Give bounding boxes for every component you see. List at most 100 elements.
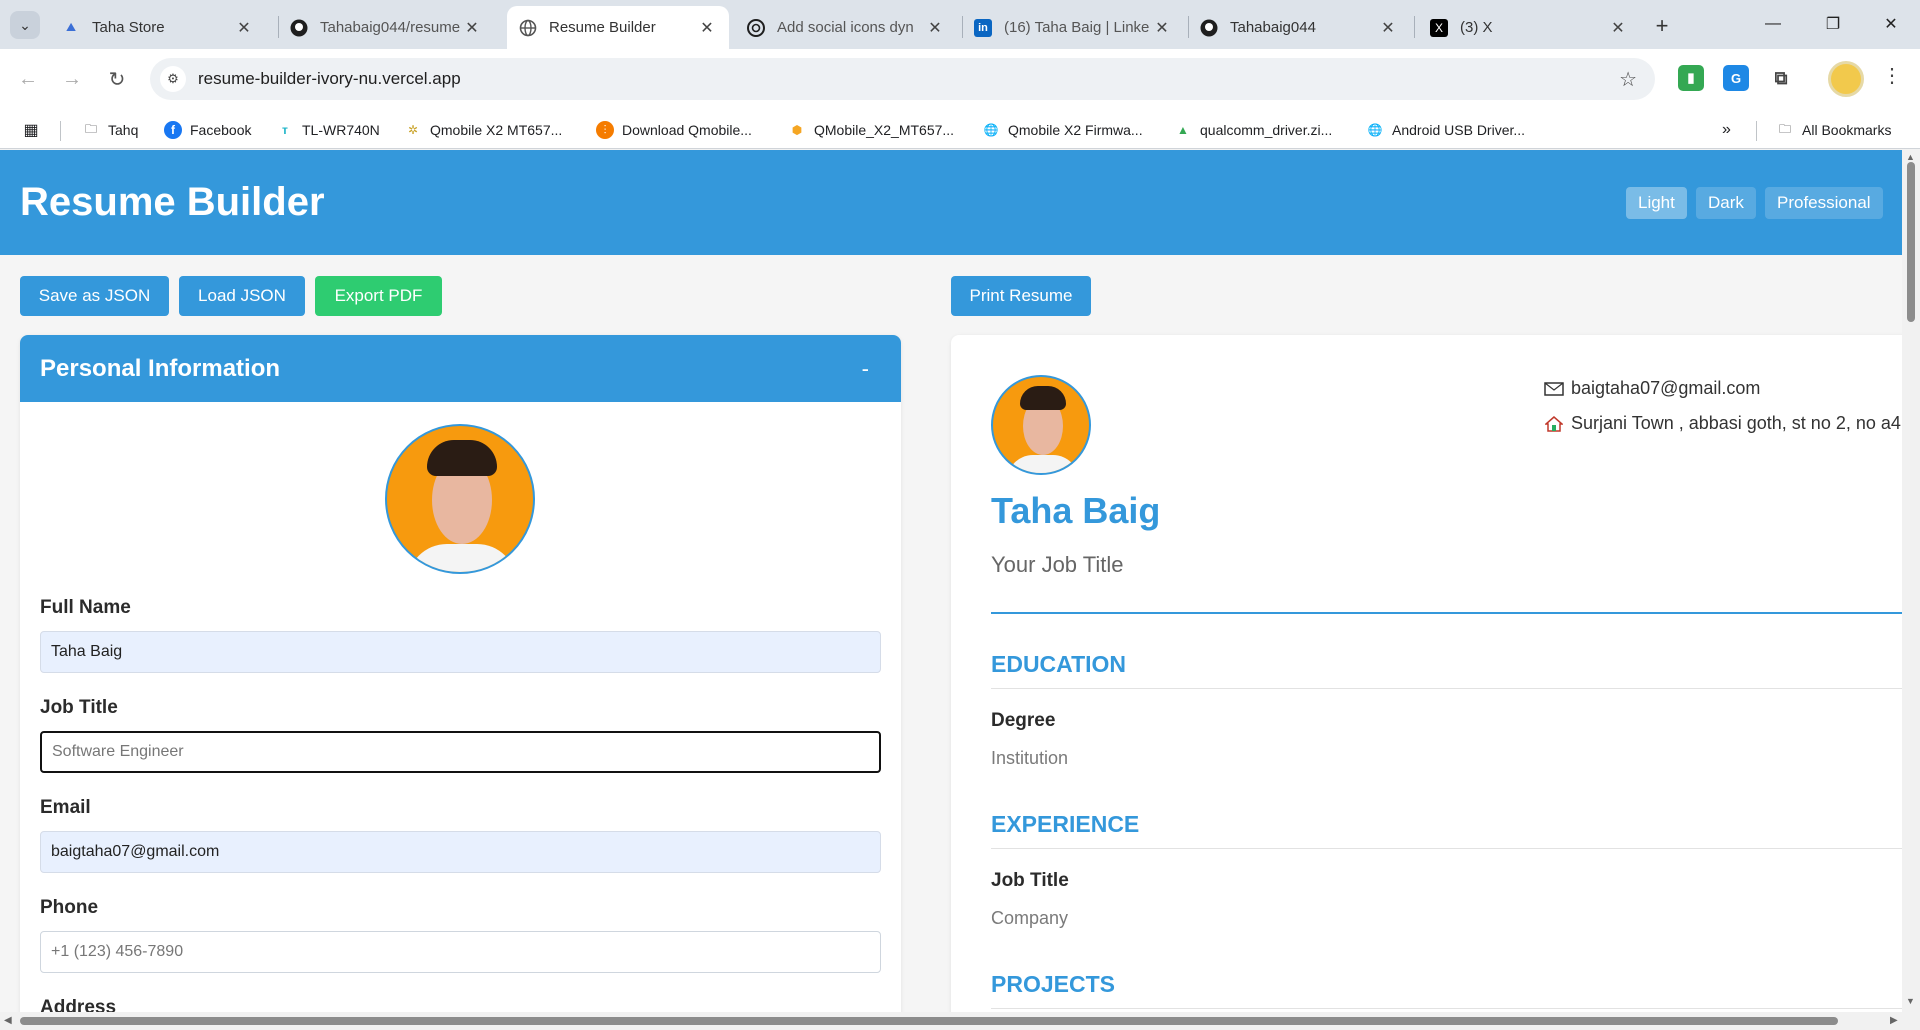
profile-avatar[interactable] [1828, 61, 1864, 97]
projects-heading: PROJECTS [991, 971, 1115, 997]
resume-preview: baigtaha07@gmail.com Surjani Town , abba… [951, 335, 1902, 1012]
leaf-icon: ✲ [407, 123, 419, 137]
section-divider [991, 848, 1902, 849]
education-heading: EDUCATION [991, 651, 1127, 677]
experience-company: Company [991, 908, 1069, 928]
bookmark-star-icon[interactable]: ☆ [1619, 67, 1637, 92]
close-icon[interactable]: ✕ [1152, 18, 1172, 38]
job-title-label: Job Title [40, 697, 118, 718]
browser-menu-icon[interactable]: ⋮ [1882, 63, 1902, 88]
print-resume-button[interactable]: Print Resume [951, 276, 1091, 316]
preview-email: baigtaha07@gmail.com [1543, 378, 1760, 399]
shield-icon: ⬢ [791, 123, 803, 137]
close-icon[interactable]: ✕ [462, 18, 482, 38]
tab-taha-store[interactable]: ⛰ Taha Store ✕ [50, 6, 266, 49]
address-bar[interactable]: ⚙ resume-builder-ivory-nu.vercel.app ☆ [150, 58, 1655, 100]
tab-x[interactable]: X (3) X ✕ [1418, 6, 1640, 49]
theme-professional-button[interactable]: Professional [1765, 187, 1883, 219]
extension-sheets-icon[interactable]: ▮ [1678, 65, 1704, 91]
back-arrow-icon[interactable]: ← [12, 63, 44, 95]
extensions-puzzle-icon[interactable]: ⧉ [1768, 65, 1794, 91]
experience-title: Job Title [991, 870, 1069, 891]
forward-arrow-icon[interactable]: → [56, 63, 88, 95]
panel-header[interactable]: Personal Information - [20, 335, 901, 402]
close-icon[interactable]: ✕ [697, 18, 717, 38]
reload-icon[interactable]: ↻ [101, 63, 133, 95]
apps-grid-icon[interactable]: ▦ [22, 119, 48, 141]
github-icon [1200, 19, 1218, 37]
bookmark-item[interactable]: ▲ qualcomm_driver.zi... [1174, 119, 1332, 141]
tab-github-resume[interactable]: Tahabaig044/resume ✕ [278, 6, 494, 49]
tab-linkedin[interactable]: in (16) Taha Baig | Linke ✕ [962, 6, 1184, 49]
folder-icon: 🗀 [1778, 121, 1791, 136]
more-bookmarks-button[interactable]: » [1722, 119, 1731, 141]
education-degree: Degree [991, 710, 1056, 731]
restore-icon[interactable]: ❐ [1818, 10, 1848, 38]
bookmark-item[interactable]: ᴛ TL-WR740N [276, 119, 380, 141]
extension-translate-icon[interactable]: G [1723, 65, 1749, 91]
bookmark-item[interactable]: 🌐 Qmobile X2 Firmwa... [982, 119, 1143, 141]
store-icon: ⛰ [65, 20, 77, 34]
theme-light-button[interactable]: Light [1626, 187, 1687, 219]
section-divider [991, 1008, 1902, 1009]
address-label: Address [40, 997, 117, 1012]
horizontal-scroll-thumb[interactable] [20, 1017, 1838, 1025]
bookmark-item[interactable]: f Facebook [164, 119, 251, 141]
browser-toolbar: ← → ↻ ⚙ resume-builder-ivory-nu.vercel.a… [0, 49, 1920, 111]
github-icon [290, 19, 308, 37]
save-json-button[interactable]: Save as JSON [20, 276, 169, 316]
preview-name: Taha Baig [991, 490, 1161, 531]
job-title-input[interactable]: Software Engineer [40, 731, 881, 773]
full-name-input[interactable]: Taha Baig [40, 631, 881, 673]
profile-photo[interactable] [385, 424, 535, 574]
tab-chatgpt[interactable]: Add social icons dyn ✕ [735, 6, 957, 49]
new-tab-button[interactable]: + [1648, 12, 1676, 40]
experience-heading: EXPERIENCE [991, 811, 1140, 837]
header-divider [991, 612, 1902, 614]
bookmarks-bar: ▦ 🗀 Tahq f Facebook ᴛ TL-WR740N ✲ Qmobile X2… [0, 111, 1920, 149]
close-icon[interactable]: ✕ [1378, 18, 1398, 38]
preview-job-title: Your Job Title [991, 552, 1124, 577]
page-content: Resume Builder Light Dark Professional S… [0, 150, 1902, 1012]
phone-input[interactable]: +1 (123) 456-7890 [40, 931, 881, 973]
globe-icon: 🌐 [983, 123, 999, 137]
email-label: Email [40, 797, 91, 818]
tplink-icon: ᴛ [282, 123, 288, 137]
tab-search-button[interactable]: ⌄ [10, 11, 40, 39]
close-icon[interactable]: ✕ [925, 18, 945, 38]
collapse-toggle[interactable]: - [862, 356, 869, 382]
close-icon[interactable]: ✕ [234, 18, 254, 38]
bookmark-item[interactable]: ⫶ Download Qmobile... [596, 119, 752, 141]
horizontal-scrollbar[interactable]: ◀ ▶ [0, 1012, 1920, 1030]
vertical-scroll-thumb[interactable] [1907, 162, 1915, 322]
site-info-icon[interactable]: ⚙ [160, 66, 186, 92]
tab-github-profile[interactable]: Tahabaig044 ✕ [1188, 6, 1410, 49]
folder-icon: 🗀 [84, 121, 97, 136]
globe-icon: 🌐 [1367, 123, 1383, 137]
personal-info-panel: Personal Information - Full Name Taha Ba… [20, 335, 901, 1012]
education-institution: Institution [991, 748, 1069, 768]
theme-dark-button[interactable]: Dark [1696, 187, 1756, 219]
bookmark-item[interactable]: 🗀 Tahq [82, 119, 138, 141]
export-pdf-button[interactable]: Export PDF [315, 276, 442, 316]
download-icon: ⫶ [596, 121, 614, 139]
section-divider [991, 688, 1902, 689]
load-json-button[interactable]: Load JSON [179, 276, 305, 316]
minimize-icon[interactable]: — [1758, 10, 1788, 38]
vertical-scrollbar[interactable]: ▲ ▼ [1902, 150, 1920, 1012]
close-icon[interactable]: ✕ [1608, 18, 1628, 38]
all-bookmarks-button[interactable]: 🗀 All Bookmarks [1776, 119, 1891, 141]
globe-icon [519, 19, 537, 37]
bookmark-item[interactable]: ⬢ QMobile_X2_MT657... [788, 119, 954, 141]
facebook-icon: f [164, 121, 182, 139]
tab-strip: ⌄ ⛰ Taha Store ✕ Tahabaig044/resume ✕ Re… [0, 0, 1920, 49]
envelope-icon [1543, 380, 1565, 398]
bookmark-item[interactable]: 🌐 Android USB Driver... [1366, 119, 1526, 141]
home-icon [1543, 415, 1565, 433]
phone-label: Phone [40, 897, 99, 918]
email-input[interactable]: baigtaha07@gmail.com [40, 831, 881, 873]
window-close-icon[interactable]: ✕ [1876, 10, 1906, 38]
openai-icon [747, 18, 765, 37]
bookmark-item[interactable]: ✲ Qmobile X2 MT657... [404, 119, 562, 141]
tab-resume-builder[interactable]: Resume Builder ✕ [507, 6, 729, 49]
